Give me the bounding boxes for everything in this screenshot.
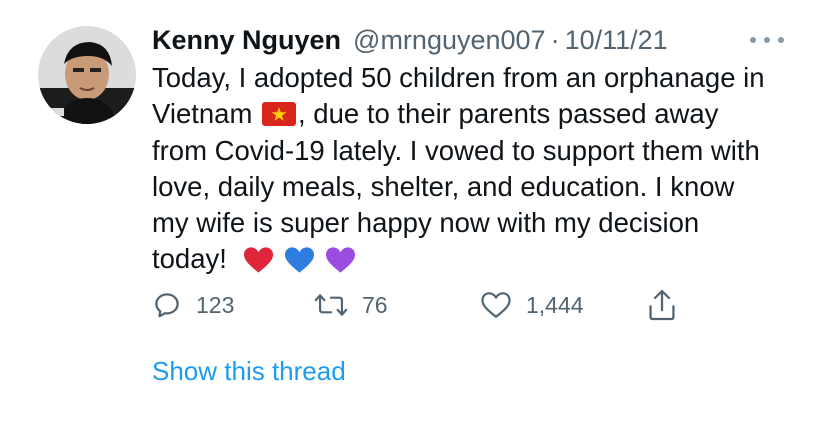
avatar-photo	[38, 26, 136, 124]
blue-heart-icon	[284, 247, 314, 274]
tweet-text-line: from Covid-19 lately. I vowed to support…	[152, 134, 760, 166]
reply-icon	[155, 293, 179, 318]
more-dot-icon	[778, 37, 784, 43]
tweet-text-line: love, daily meals, shelter, and educatio…	[152, 170, 735, 202]
show-thread-link[interactable]: Show this thread	[152, 356, 346, 387]
more-dot-icon	[764, 37, 770, 43]
more-options-button[interactable]	[750, 30, 784, 50]
heart-outline-icon	[481, 292, 511, 318]
separator-dot: ·	[550, 24, 560, 55]
tweet-text-segment: today!	[152, 243, 227, 275]
reply-count: 123	[196, 291, 235, 318]
tweet-text-line: my wife is super happy now with my decis…	[152, 207, 700, 239]
tweet-text: Today, I adopted 50 children from an orp…	[152, 60, 802, 278]
tweet-text-segment: Vietnam	[152, 98, 253, 130]
like-count: 1,444	[526, 291, 584, 318]
tweet-card[interactable]: Kenny Nguyen @mrnguyen007 · 10/11/21 Tod…	[0, 0, 828, 429]
display-name[interactable]: Kenny Nguyen	[152, 25, 341, 56]
more-dot-icon	[750, 37, 756, 43]
reply-button[interactable]: 123	[152, 287, 234, 323]
tweet-header: Kenny Nguyen @mrnguyen007 · 10/11/21	[152, 22, 668, 58]
tweet-text-line: today!	[152, 241, 802, 277]
red-heart-icon	[243, 247, 273, 274]
retweet-count: 76	[362, 291, 388, 318]
like-button[interactable]: 1,444	[480, 287, 584, 323]
purple-heart-icon	[325, 247, 355, 274]
share-button[interactable]	[648, 287, 676, 323]
tweet-text-line: Vietnam , due to their parents passed aw…	[152, 96, 802, 132]
tweet-actions: 123 76 1,444	[152, 287, 692, 323]
share-icon	[649, 289, 675, 321]
tweet-text-line: Today, I adopted 50 children from an orp…	[152, 62, 765, 93]
user-handle[interactable]: @mrnguyen007	[353, 25, 546, 56]
tweet-text-segment: , due to their parents passed away	[298, 98, 719, 130]
avatar[interactable]	[38, 26, 136, 124]
retweet-button[interactable]: 76	[314, 287, 388, 323]
tweet-date[interactable]: 10/11/21	[565, 25, 668, 56]
retweet-icon	[314, 294, 348, 316]
vietnam-flag-icon	[262, 102, 297, 127]
